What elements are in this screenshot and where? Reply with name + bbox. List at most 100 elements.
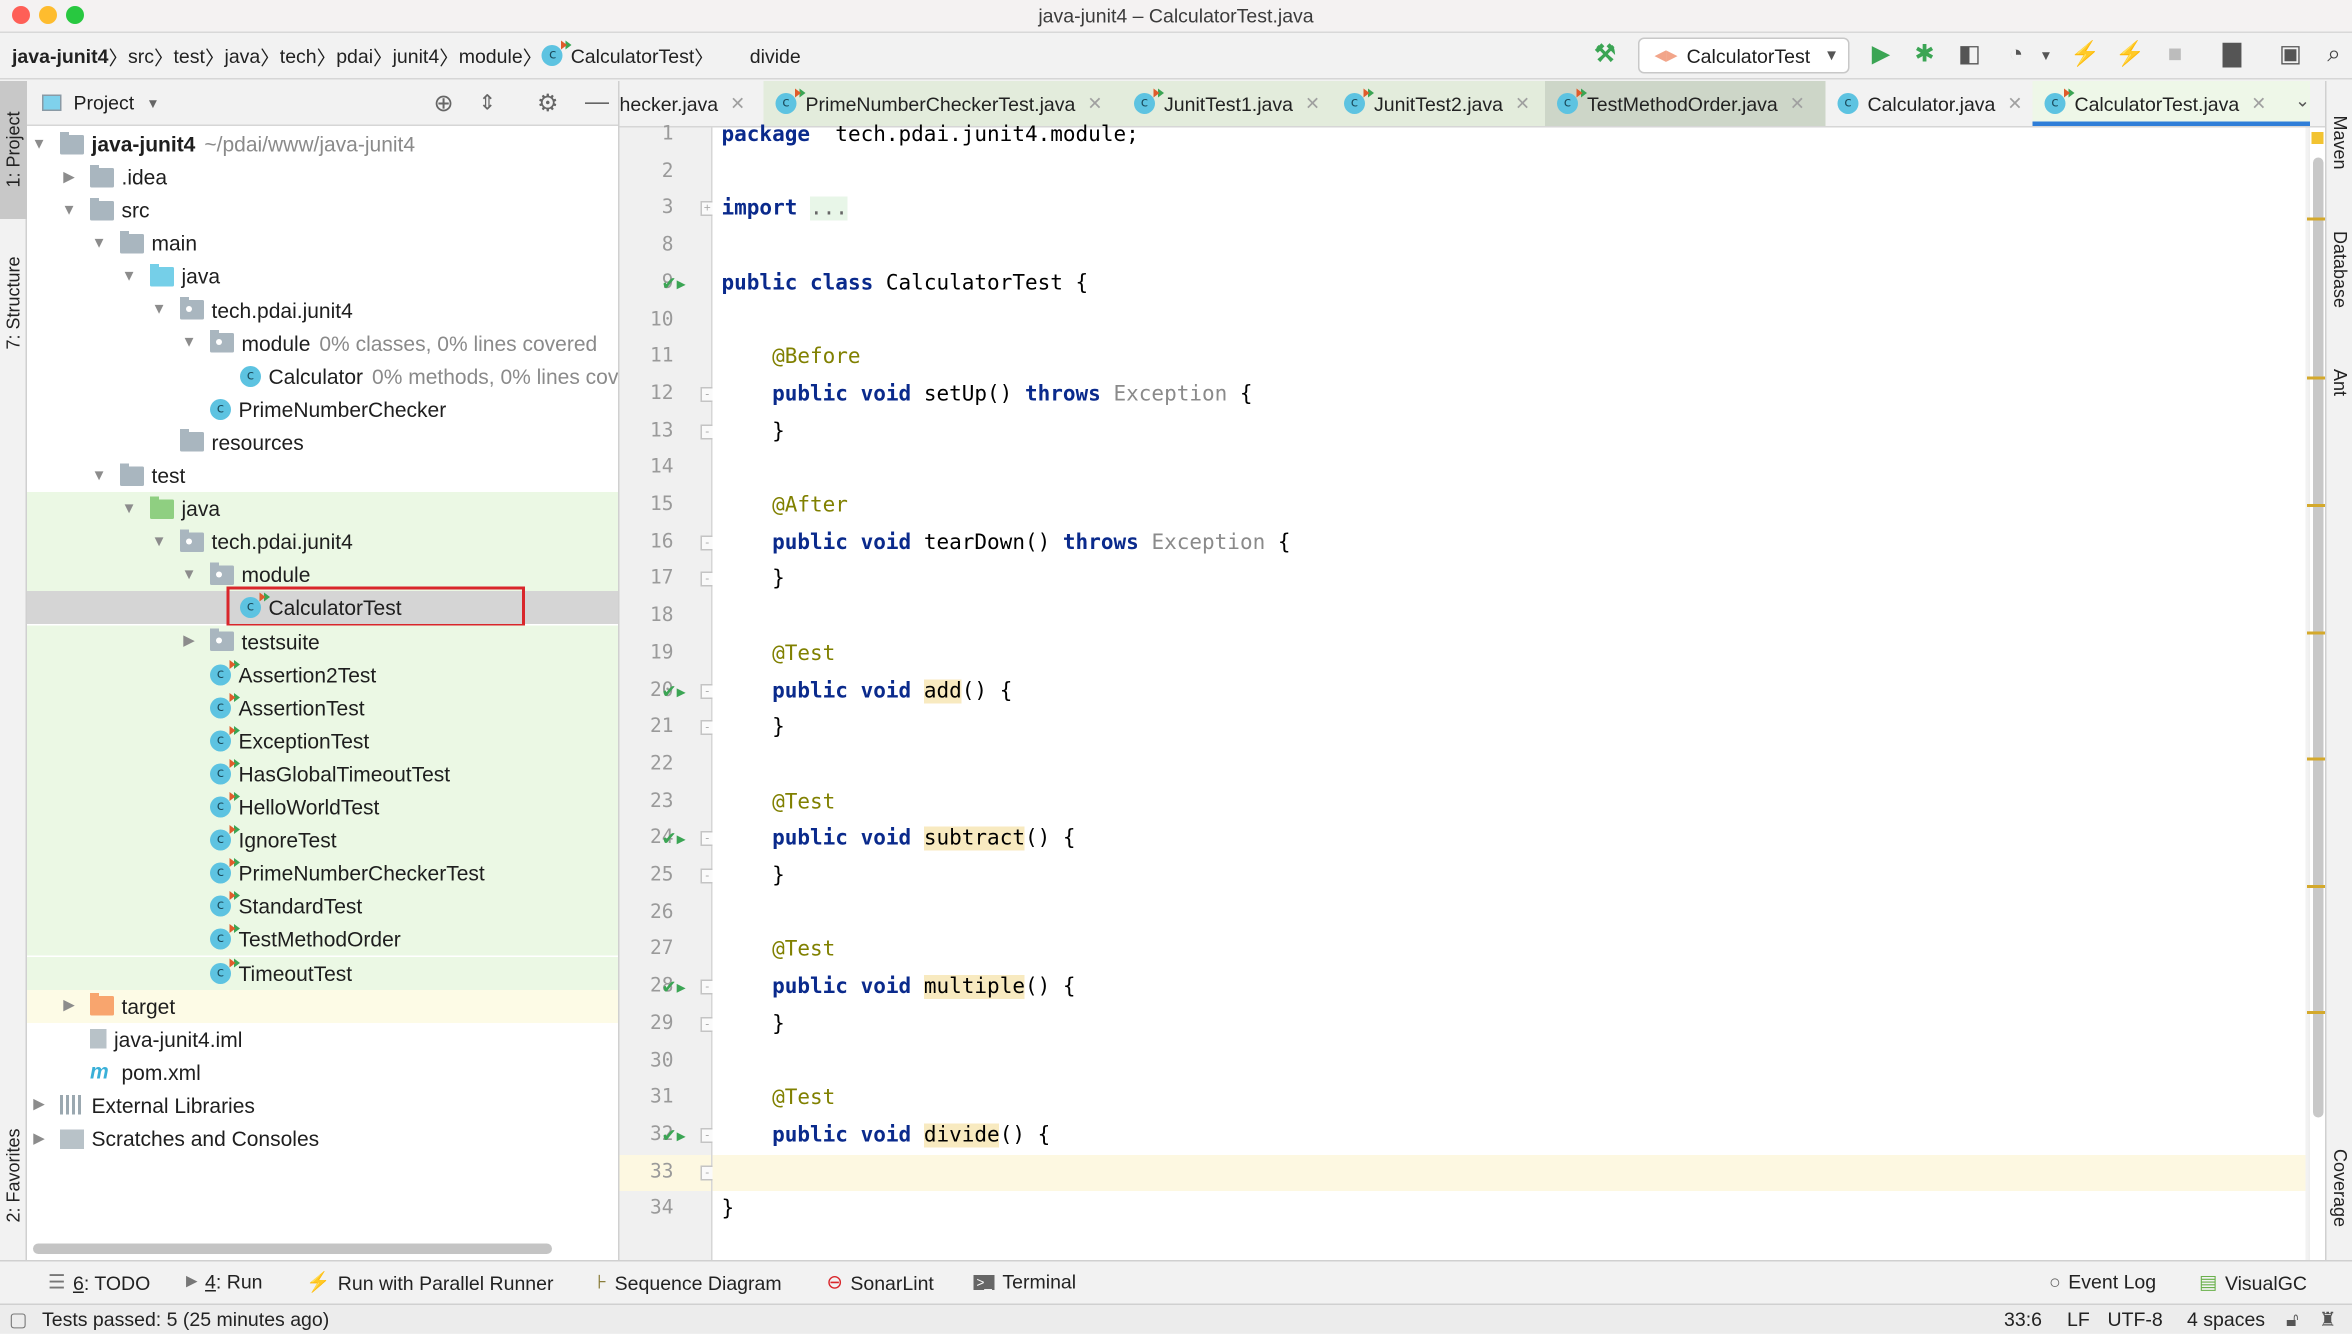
breadcrumb-item[interactable]: divide (750, 44, 801, 67)
tree-item[interactable]: ▼ java (27, 260, 618, 293)
terminal-toggle-icon[interactable]: ▣ (2276, 42, 2306, 69)
tree-item[interactable]: c HasGlobalTimeoutTest (27, 757, 618, 791)
indent-setting[interactable]: 4 spaces (2187, 1308, 2265, 1331)
tool-button-visualgc[interactable]: ▤ VisualGC (2199, 1271, 2307, 1295)
tool-tab-favorites[interactable]: 2: Favorites (0, 1104, 27, 1248)
code-editor[interactable]: package tech.pdai.junit4.module; import .… (712, 123, 2306, 1260)
tool-button-sequence-diagram[interactable]: ⊦ Sequence Diagram (597, 1271, 782, 1295)
expand-arrow-down-icon[interactable]: ▼ (60, 202, 78, 219)
tree-item[interactable]: ▶ testsuite (27, 624, 618, 658)
breadcrumb-item[interactable]: java-junit4 (12, 44, 108, 67)
expand-arrow-down-icon[interactable]: ▼ (180, 335, 198, 352)
expand-arrow-down-icon[interactable]: ▼ (120, 500, 138, 517)
tree-item[interactable]: ▼ test (27, 459, 618, 492)
tree-item[interactable]: c ExceptionTest (27, 724, 618, 758)
breadcrumb-item[interactable]: junit4 (393, 44, 440, 67)
tool-button-todo[interactable]: ☰ 6: TODO (48, 1271, 150, 1295)
tree-item[interactable]: c TimeoutTest (27, 956, 618, 990)
tool-tab-database[interactable]: Database (2327, 210, 2352, 330)
expand-arrow-right-icon[interactable]: ▶ (60, 169, 78, 186)
tree-item[interactable]: ▶ target (27, 989, 618, 1023)
editor-tab[interactable]: c CalculatorTest.java ✕ (2032, 81, 2310, 126)
toggle-tool-windows-icon[interactable]: ▢ (9, 1308, 27, 1332)
expand-arrow-down-icon[interactable]: ▼ (90, 235, 108, 252)
collapse-all-icon[interactable]: ⇕ (479, 90, 497, 116)
breadcrumb-item[interactable]: test (174, 44, 205, 67)
expand-arrow-down-icon[interactable]: ▼ (150, 302, 168, 319)
tree-item[interactable]: c StandardTest (27, 889, 618, 923)
close-tab-icon[interactable]: ✕ (1790, 93, 1805, 114)
breadcrumb-item[interactable]: pdai (336, 44, 373, 67)
profile-dropdown-icon[interactable]: ▼ (2031, 42, 2061, 69)
run-test-gutter-icon[interactable]: ✔▸ (662, 273, 686, 294)
expand-arrow-right-icon[interactable]: ▶ (60, 998, 78, 1015)
close-tab-icon[interactable]: ✕ (730, 93, 745, 114)
tree-item[interactable]: ▶ .idea (27, 161, 618, 194)
file-encoding[interactable]: UTF-8 (2108, 1308, 2163, 1331)
breadcrumb-item[interactable]: module (459, 44, 523, 67)
tool-button-sonarlint[interactable]: ⊖ SonarLint (827, 1271, 934, 1295)
hide-panel-icon[interactable]: — (585, 89, 609, 116)
search-icon[interactable]: ⌕ (2319, 42, 2349, 69)
tool-button-event-log[interactable]: ○ Event Log (2049, 1271, 2156, 1294)
run-test-gutter-icon[interactable]: ✔▸ (662, 977, 686, 998)
tool-tab-maven[interactable]: Maven (2327, 90, 2352, 195)
gear-icon[interactable]: ⚙ (537, 88, 559, 118)
expand-arrow-down-icon[interactable]: ▼ (30, 136, 48, 153)
expand-arrow-right-icon[interactable]: ▶ (180, 633, 198, 650)
expand-arrow-down-icon[interactable]: ▼ (180, 567, 198, 584)
breadcrumb-item[interactable]: c CalculatorTest (542, 40, 694, 67)
tool-tab-coverage[interactable]: Coverage (2327, 1128, 2352, 1248)
scrollbar-thumb[interactable] (2313, 157, 2324, 1118)
editor-tab[interactable]: c TestMethodOrder.java ✕ (1545, 81, 1826, 126)
run-test-gutter-icon[interactable]: ✔▸ (662, 828, 686, 849)
caret-position[interactable]: 33:6 (2004, 1308, 2042, 1331)
run-test-gutter-icon[interactable]: ✔▸ (662, 1125, 686, 1146)
horizontal-scrollbar[interactable] (33, 1243, 552, 1254)
editor-vertical-scrollbar[interactable] (2307, 127, 2328, 1260)
tree-item[interactable]: ▼ java (27, 492, 618, 526)
tree-item[interactable]: m pom.xml (27, 1056, 618, 1089)
expand-arrow-down-icon[interactable]: ▼ (120, 268, 138, 285)
tree-item[interactable]: ▼ java-junit4 ~/pdai/www/java-junit4 (27, 128, 618, 161)
tree-item[interactable]: ▶ Scratches and Consoles (27, 1122, 618, 1155)
tree-item[interactable]: c PrimeNumberChecker (27, 393, 618, 426)
editor-tab[interactable]: c Calculator.java ✕ (1825, 81, 2033, 126)
close-tab-icon[interactable]: ✕ (2251, 93, 2266, 114)
profile-icon[interactable]: ◔ (2001, 42, 2031, 69)
tree-item[interactable]: ▼ module 0% classes, 0% lines covered (27, 326, 618, 359)
tree-item[interactable]: c TestMethodOrder (27, 923, 618, 957)
run-with-coverage-icon[interactable]: ◧ (1955, 42, 1985, 69)
tool-tab-ant[interactable]: Ant (2327, 348, 2352, 417)
editor-tab[interactable]: c JunitTest1.java ✕ (1122, 81, 1332, 126)
expand-arrow-right-icon[interactable]: ▶ (30, 1130, 48, 1147)
close-tab-icon[interactable]: ✕ (1087, 93, 1102, 114)
close-tab-icon[interactable]: ✕ (1515, 93, 1530, 114)
tree-item[interactable]: ▼ tech.pdai.junit4 (27, 525, 618, 559)
tree-item[interactable]: java-junit4.iml (27, 1023, 618, 1056)
expand-arrow-right-icon[interactable]: ▶ (30, 1097, 48, 1114)
inspection-status-icon[interactable] (2311, 132, 2324, 144)
tree-item[interactable]: c IgnoreTest (27, 823, 618, 857)
tool-tab-structure[interactable]: 7: Structure (0, 231, 27, 375)
tree-item[interactable]: c PrimeNumberCheckerTest (27, 856, 618, 890)
run-test-gutter-icon[interactable]: ✔▸ (662, 680, 686, 701)
tree-item[interactable]: ▼ tech.pdai.junit4 (27, 293, 618, 326)
parallel-debug-icon[interactable]: ⚡ (2115, 42, 2145, 69)
tree-item[interactable]: c HelloWorldTest (27, 790, 618, 824)
stop-icon[interactable]: ■ (2160, 42, 2190, 69)
breadcrumb-item[interactable]: tech (280, 44, 317, 67)
tool-button-terminal[interactable]: >_ Terminal (973, 1271, 1076, 1293)
build-hammer-icon[interactable]: ⚒ (1590, 42, 1620, 69)
expand-arrow-down-icon[interactable]: ▼ (90, 467, 108, 484)
locate-file-icon[interactable]: ⊕ (434, 88, 454, 118)
tree-item[interactable]: c Calculator 0% methods, 0% lines covered (27, 360, 618, 393)
tree-item[interactable]: c AssertionTest (27, 691, 618, 725)
status-message[interactable]: Tests passed: 5 (25 minutes ago) (42, 1308, 329, 1331)
project-view-dropdown-icon[interactable]: ▼ (146, 95, 159, 110)
tool-button-run[interactable]: ▶ 4: Run (186, 1271, 263, 1294)
tree-item[interactable]: resources (27, 426, 618, 459)
parallel-run-icon[interactable]: ⚡ (2070, 42, 2100, 69)
tree-item[interactable]: ▼ main (27, 227, 618, 260)
tree-item[interactable]: c Assertion2Test (27, 657, 618, 691)
